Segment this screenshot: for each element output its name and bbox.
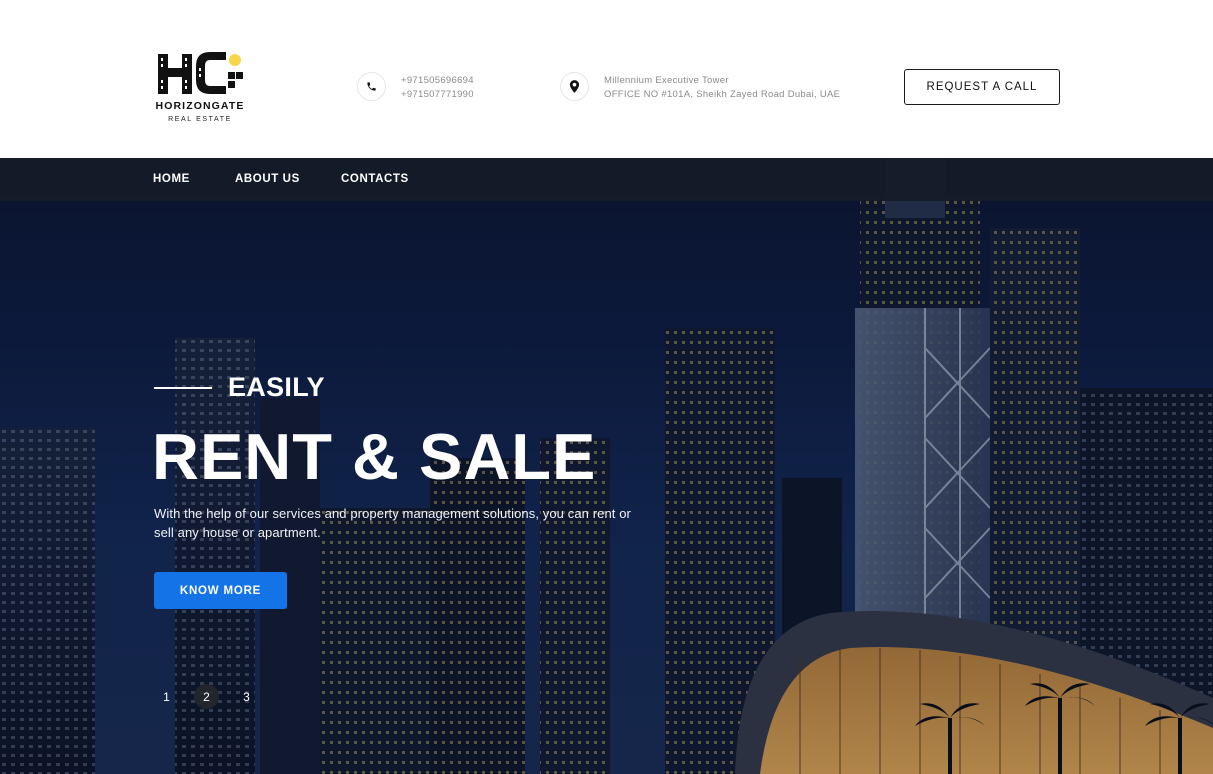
brand-tagline: REAL ESTATE [168,116,232,123]
address-contact: Millennium Executive Tower OFFICE NO #10… [560,72,840,102]
phone-icon [357,72,386,101]
nav-item-contacts[interactable]: CONTACTS [341,173,409,185]
address-line-1: Millennium Executive Tower [604,75,729,86]
phone-contact: +971505696694 +971507771990 [357,72,474,102]
slide-dot-3[interactable]: 3 [234,684,259,709]
hero-slider: HOME ABOUT US CONTACTS EASILY RENT & SAL… [0,158,1213,774]
eyebrow-divider [154,387,212,389]
main-nav: HOME ABOUT US CONTACTS [0,158,1213,201]
request-call-button[interactable]: REQUEST A CALL [904,69,1060,105]
brand-name: HORIZONGATE [155,100,245,112]
nav-item-home[interactable]: HOME [153,173,190,185]
hero-eyebrow: EASILY [228,372,325,402]
site-header: HORIZONGATE REAL ESTATE +971505696694 +9… [0,0,1213,158]
address-line-2: OFFICE NO #101A, Sheikh Zayed Road Dubai… [604,89,841,100]
brand-logo-mark [158,52,243,94]
slide-dot-1[interactable]: 1 [154,684,179,709]
map-pin-icon [560,72,589,101]
brand-logo[interactable]: HORIZONGATE REAL ESTATE [154,50,246,128]
nav-item-about-us[interactable]: ABOUT US [235,173,300,185]
slider-pagination: 1 2 3 [154,684,274,709]
hero-title: RENT & SALE [152,420,597,493]
phone-number-2[interactable]: +971507771990 [401,88,474,102]
phone-number-1[interactable]: +971505696694 [401,74,474,88]
hero-description: With the help of our services and proper… [154,506,631,540]
slide-dot-2[interactable]: 2 [194,684,219,709]
know-more-button[interactable]: KNOW MORE [154,572,287,609]
